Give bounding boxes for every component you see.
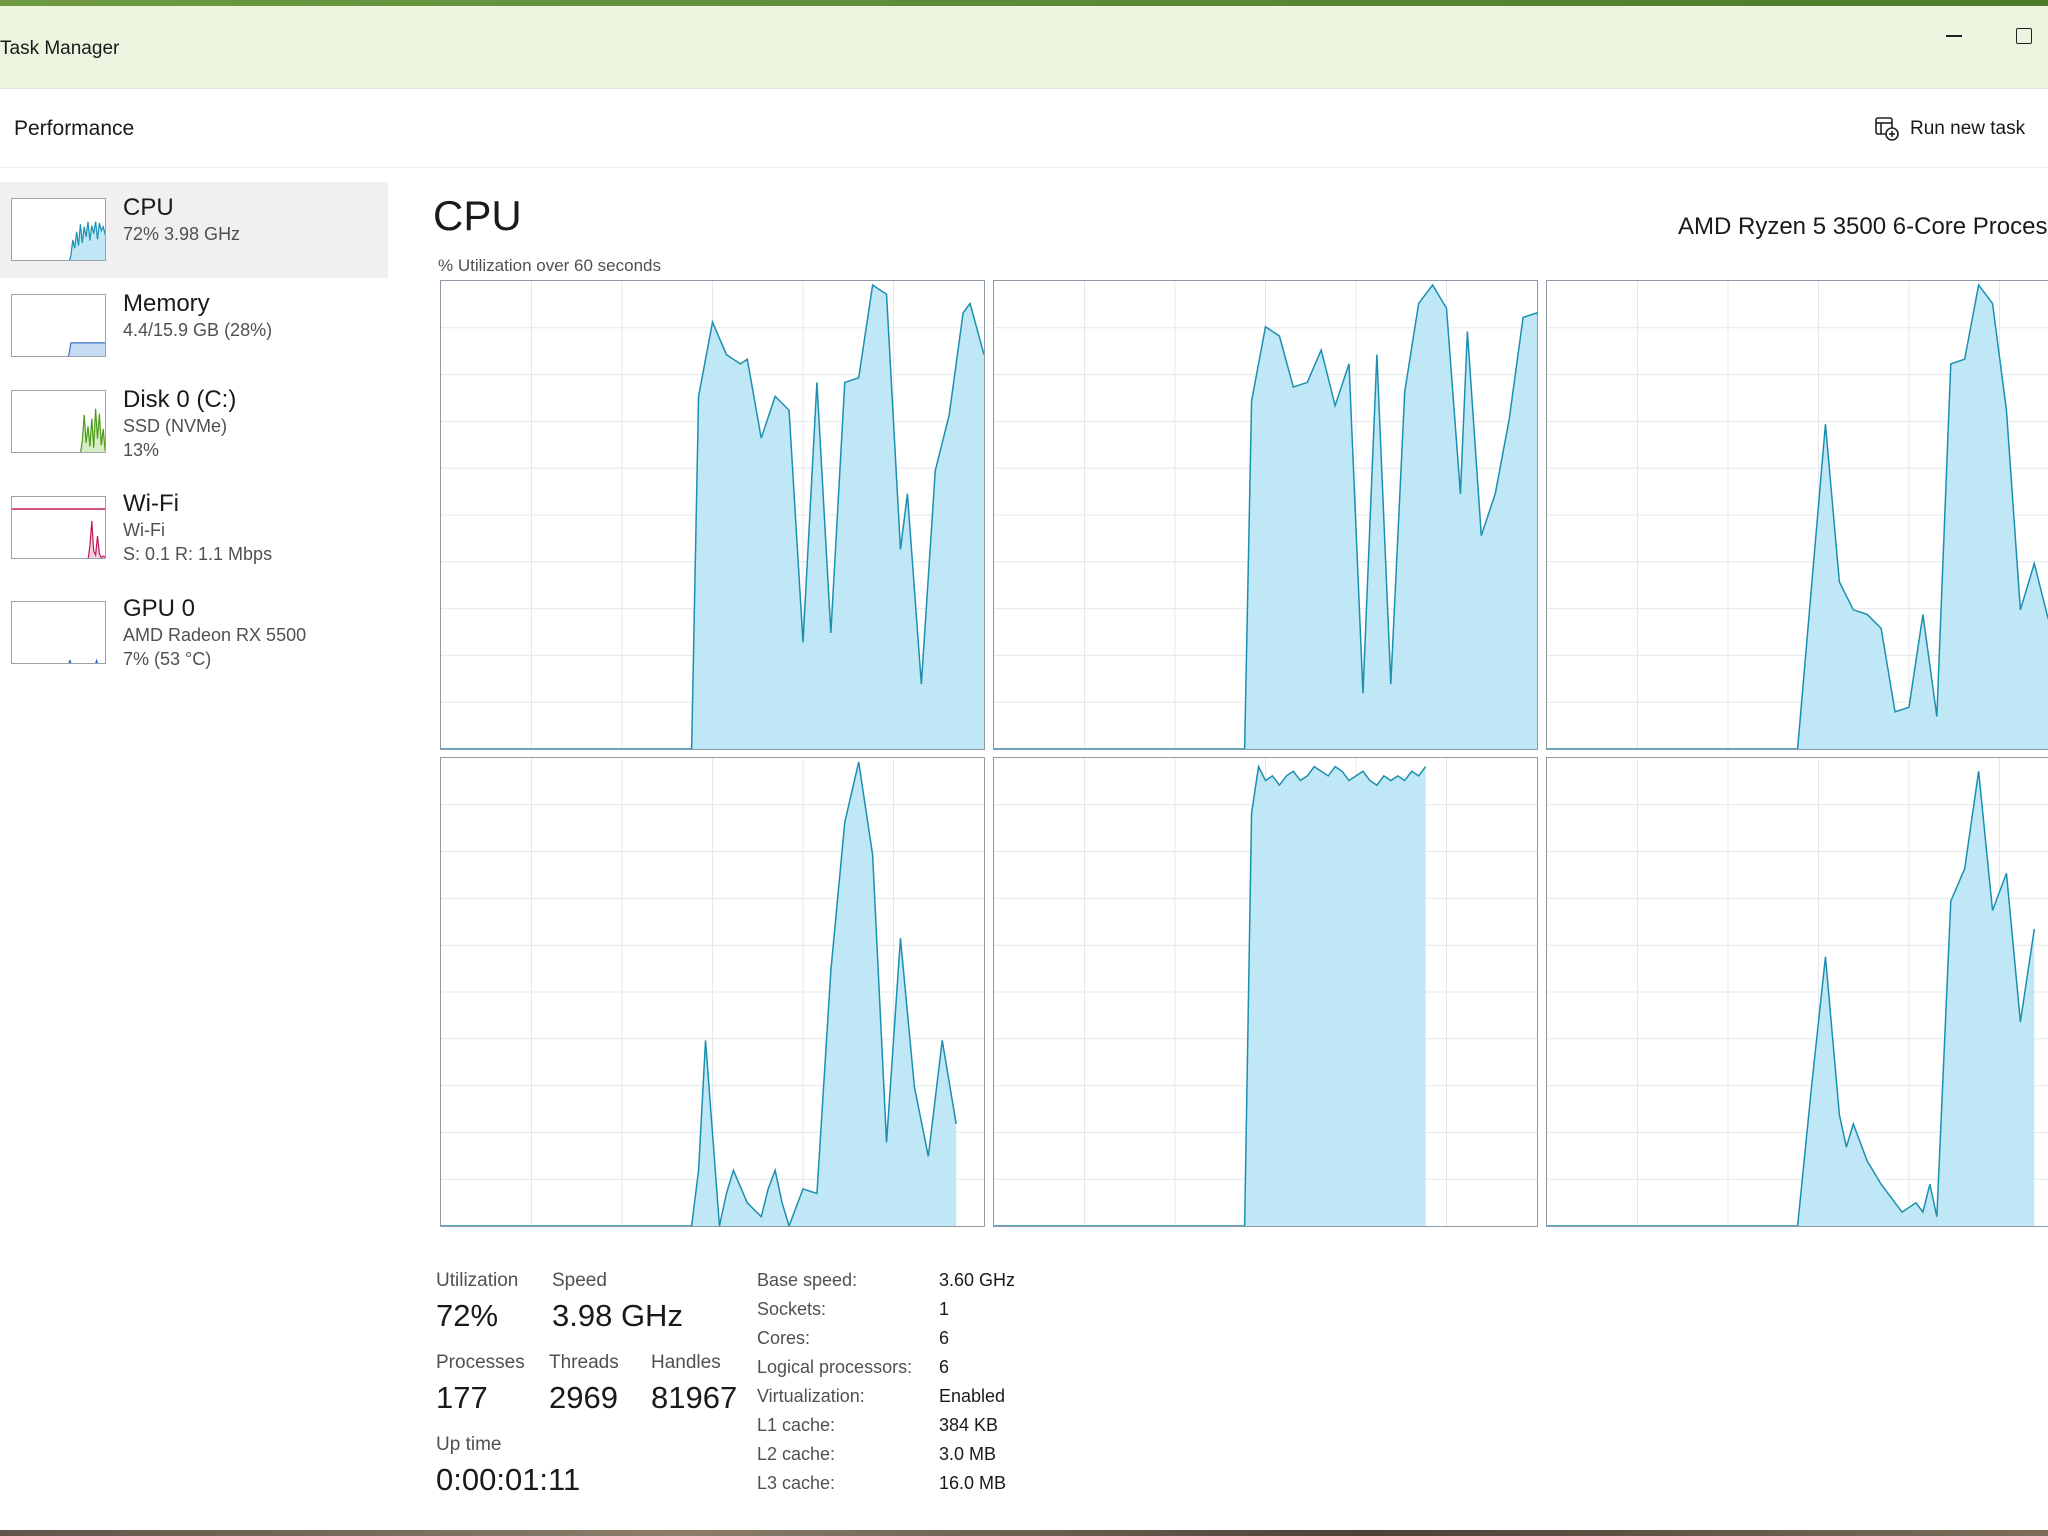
sidebar-item-wifi[interactable]: Wi-Fi Wi-Fi S: 0.1 R: 1.1 Mbps (0, 480, 388, 576)
spec-label-virtualization: Virtualization: (757, 1386, 865, 1406)
run-new-task-label: Run new task (1910, 118, 2026, 139)
sidebar-item-detail: 4.4/15.9 GB (28%) (123, 320, 273, 340)
core-graph-5 (1546, 757, 2048, 1227)
sidebar-item-name: GPU 0 (123, 595, 196, 622)
spec-value-l2-cache: 3.0 MB (939, 1444, 997, 1464)
spec-label-l3-cache: L3 cache: (757, 1473, 836, 1493)
maximize-button[interactable] (2004, 16, 2044, 56)
spec-label-logical-processors: Logical processors: (757, 1357, 913, 1377)
sidebar-item-name: Wi-Fi (123, 490, 179, 517)
core-graph-4 (993, 757, 1538, 1227)
sidebar-item-detail: Wi-Fi (123, 520, 165, 540)
spec-value-virtualization: Enabled (939, 1386, 1006, 1406)
cpu-heading: CPU (433, 192, 522, 239)
sidebar-item-detail-2: 7% (53 °C) (123, 649, 212, 669)
sidebar-item-name: Disk 0 (C:) (123, 386, 237, 413)
speed-label: Speed (552, 1270, 607, 1291)
sidebar-item-memory[interactable]: Memory 4.4/15.9 GB (28%) (0, 278, 388, 374)
spec-value-l1-cache: 384 KB (939, 1415, 999, 1435)
thumbnail-line (68, 658, 98, 663)
sidebar-item-gpu[interactable]: GPU 0 AMD Radeon RX 5500 7% (53 °C) (0, 585, 388, 681)
app-title: Task Manager (0, 38, 120, 59)
spec-label-base-speed: Base speed: (757, 1270, 858, 1290)
spec-label-l1-cache: L1 cache: (757, 1415, 836, 1435)
handles-value: 81967 (651, 1380, 738, 1415)
utilization-label: Utilization (436, 1270, 519, 1291)
title-bar[interactable]: Task Manager (0, 6, 2048, 89)
utilization-value: 72% (436, 1298, 499, 1333)
uptime-label: Up time (436, 1434, 502, 1455)
spec-value-base-speed: 3.60 GHz (939, 1270, 1016, 1290)
performance-sidebar: CPU 72% 3.98 GHz Memory 4.4/15.9 GB (28%… (0, 170, 390, 1530)
spec-value-l3-cache: 16.0 MB (939, 1473, 1007, 1493)
utilization-area (994, 284, 1537, 749)
uptime-value: 0:00:01:11 (436, 1462, 581, 1497)
sidebar-item-cpu[interactable]: CPU 72% 3.98 GHz (0, 182, 388, 278)
run-new-task-button[interactable]: Run new task (1874, 114, 2025, 144)
page-header: Performance Run new task (0, 90, 2048, 168)
core-graph-3 (440, 757, 985, 1227)
utilization-area (994, 766, 1426, 1226)
minimize-button[interactable] (1934, 16, 1974, 56)
disk-thumbnail-graph (11, 390, 106, 453)
memory-thumbnail-graph (11, 294, 106, 357)
spec-label-sockets: Sockets: (757, 1299, 827, 1319)
sidebar-item-name: Memory (123, 290, 210, 317)
utilization-area (1547, 771, 2035, 1226)
sidebar-item-disk[interactable]: Disk 0 (C:) SSD (NVMe) 13% (0, 374, 388, 470)
desktop-background-edge (0, 1530, 2048, 1536)
utilization-area (1547, 284, 2048, 749)
spec-label-l2-cache: L2 cache: (757, 1444, 836, 1464)
core-graph-2 (1546, 280, 2048, 750)
spec-value-cores: 6 (939, 1328, 950, 1348)
handles-label: Handles (651, 1352, 721, 1373)
spec-label-cores: Cores: (757, 1328, 811, 1348)
cpu-thumbnail-graph (11, 198, 106, 261)
threads-label: Threads (549, 1352, 619, 1373)
utilization-area (441, 284, 984, 749)
run-task-icon (1874, 116, 1900, 142)
thumbnail-area (68, 342, 105, 356)
sidebar-item-detail-2: S: 0.1 R: 1.1 Mbps (123, 544, 273, 564)
sidebar-item-detail-2: 13% (123, 440, 160, 460)
sidebar-item-name: CPU (123, 194, 174, 221)
thumbnail-area (69, 659, 98, 663)
cpu-model-name: AMD Ryzen 5 3500 6-Core Processor (1678, 213, 2048, 240)
gpu-thumbnail-graph (11, 601, 106, 664)
sidebar-item-detail: SSD (NVMe) (123, 416, 228, 436)
graph-caption: % Utilization over 60 seconds (438, 256, 662, 275)
threads-value: 2969 (549, 1380, 618, 1415)
spec-value-logical-processors: 6 (939, 1357, 950, 1377)
core-graph-1 (993, 280, 1538, 750)
cpu-detail-panel: CPU AMD Ryzen 5 3500 6-Core Processor % … (420, 170, 2048, 1530)
processes-label: Processes (436, 1352, 525, 1373)
speed-value: 3.98 GHz (552, 1298, 683, 1333)
sidebar-item-detail: 72% 3.98 GHz (123, 224, 241, 244)
processes-value: 177 (436, 1380, 488, 1415)
thumbnail-area (80, 408, 105, 452)
page-title: Performance (14, 117, 135, 140)
sidebar-item-detail: AMD Radeon RX 5500 (123, 625, 307, 645)
wifi-thumbnail-graph (11, 496, 106, 559)
spec-value-sockets: 1 (939, 1299, 950, 1319)
core-graph-0 (440, 280, 985, 750)
